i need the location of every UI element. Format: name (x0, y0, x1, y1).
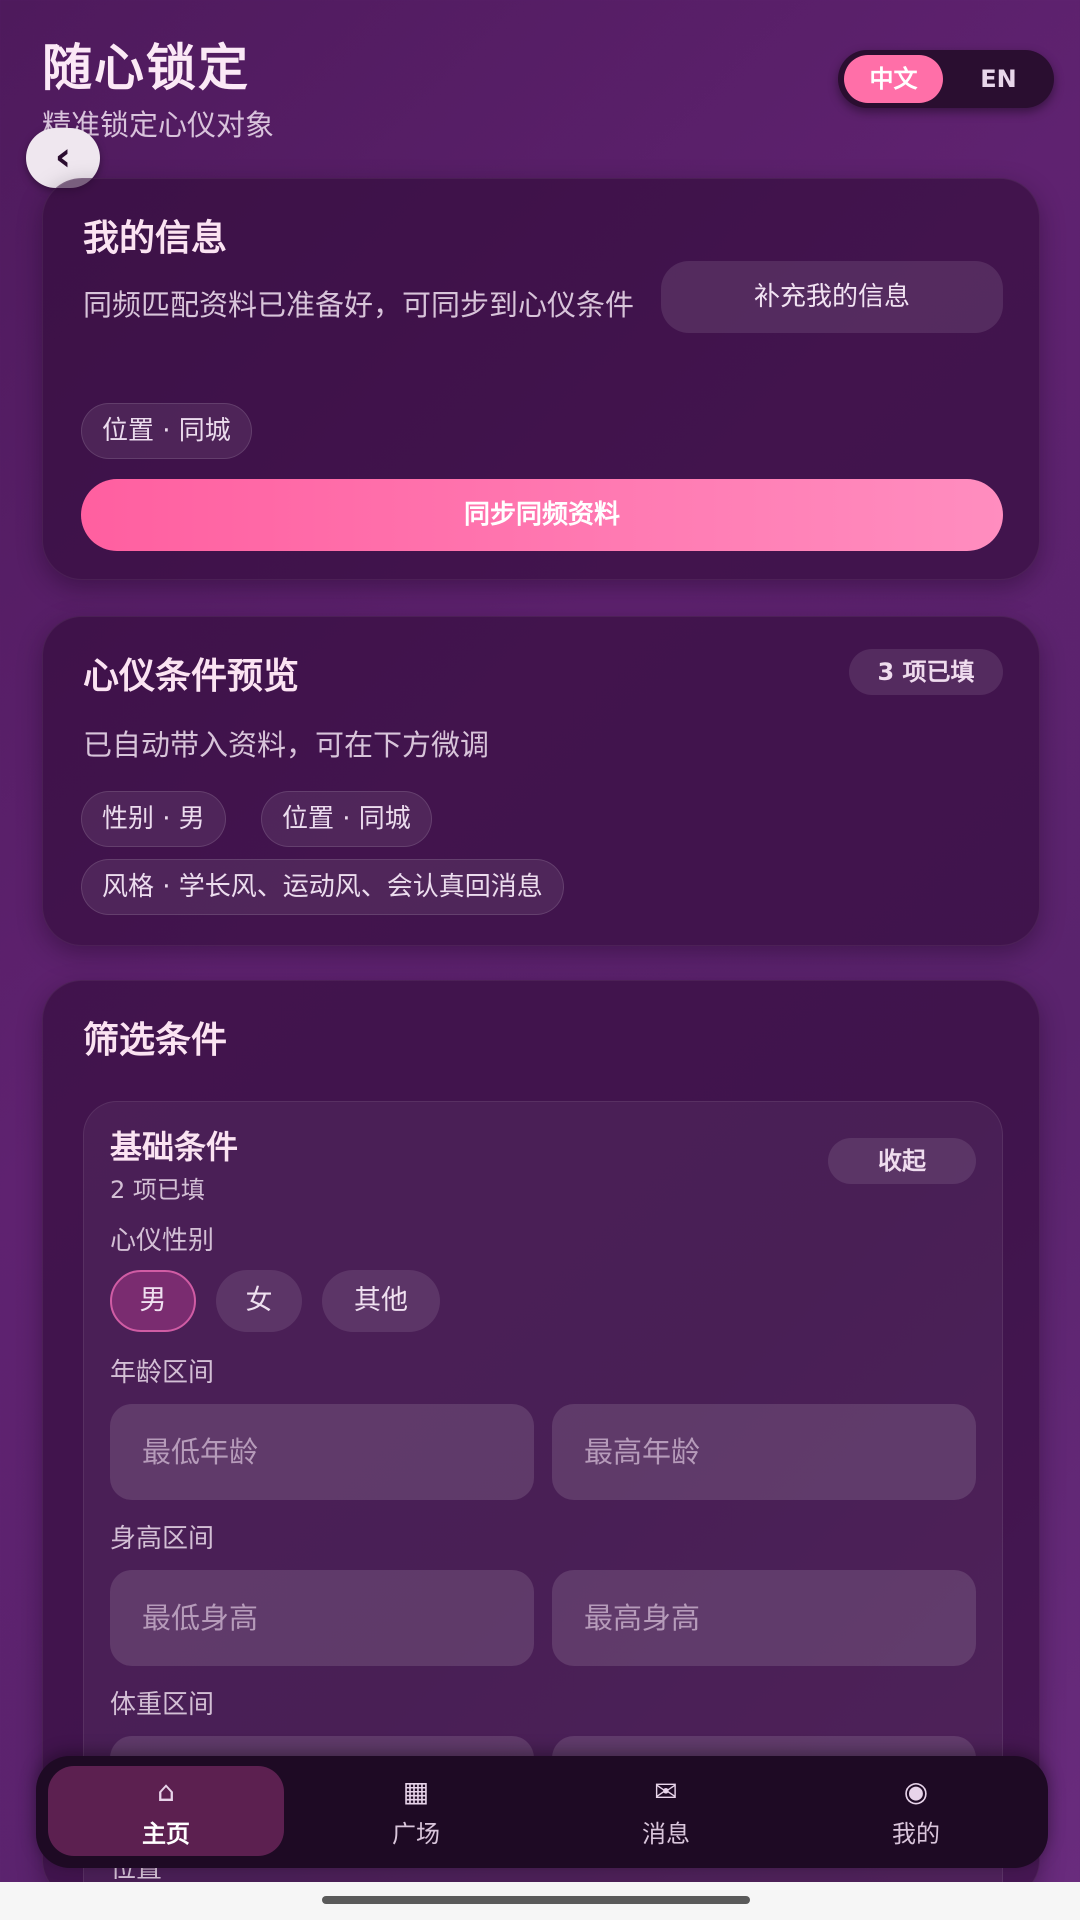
sync-profile-button[interactable]: 同步同频资料 (81, 479, 1003, 551)
home-indicator[interactable] (322, 1896, 750, 1904)
preview-chip-location: 位置 · 同城 (261, 791, 432, 847)
grid-icon: ▦ (402, 1775, 430, 1808)
age-range-label: 年龄区间 (110, 1358, 215, 1388)
nav-item-square[interactable]: ▦ 广场 (298, 1766, 534, 1856)
lang-option-en[interactable]: EN (949, 55, 1048, 103)
lang-option-zh[interactable]: 中文 (844, 55, 943, 103)
preview-chip-style: 风格 · 学长风、运动风、会认真回消息 (81, 859, 564, 915)
language-toggle: 中文 EN (838, 50, 1054, 108)
add-my-info-button[interactable]: 补充我的信息 (661, 261, 1003, 333)
age-max-input[interactable]: 最高年龄 (552, 1404, 976, 1500)
profile-icon: ◉ (903, 1775, 929, 1808)
height-max-input[interactable]: 最高身高 (552, 1570, 976, 1666)
home-icon: ⌂ (157, 1775, 175, 1808)
nav-label-home: 主页 (142, 1820, 190, 1848)
my-info-description: 同频匹配资料已准备好，可同步到心仪条件 (83, 288, 635, 322)
nav-item-home[interactable]: ⌂ 主页 (48, 1766, 284, 1856)
height-range-label: 身高区间 (110, 1524, 215, 1554)
weight-range-label: 体重区间 (110, 1690, 215, 1720)
chevron-left-icon: ‹ (54, 134, 72, 180)
nav-label-messages: 消息 (642, 1820, 690, 1848)
bottom-navigation: ⌂ 主页 ▦ 广场 ✉ 消息 ◉ 我的 (36, 1756, 1048, 1868)
nav-item-messages[interactable]: ✉ 消息 (548, 1766, 784, 1856)
age-min-input[interactable]: 最低年龄 (110, 1404, 534, 1500)
height-min-input[interactable]: 最低身高 (110, 1570, 534, 1666)
gender-label: 心仪性别 (110, 1226, 215, 1256)
preview-chip-gender: 性别 · 男 (81, 791, 226, 847)
gender-option-male[interactable]: 男 (110, 1270, 196, 1332)
filters-title: 筛选条件 (83, 1020, 228, 1061)
filled-count-badge: 3 项已填 (849, 649, 1003, 695)
my-info-card: 我的信息 同频匹配资料已准备好，可同步到心仪条件 补充我的信息 位置 · 同城 … (42, 178, 1040, 580)
collapse-button[interactable]: 收起 (828, 1138, 976, 1184)
gender-option-female[interactable]: 女 (216, 1270, 302, 1332)
my-info-chip-location: 位置 · 同城 (81, 403, 252, 459)
nav-item-profile[interactable]: ◉ 我的 (798, 1766, 1034, 1856)
nav-label-profile: 我的 (892, 1820, 940, 1848)
preview-description: 已自动带入资料，可在下方微调 (83, 728, 490, 762)
preview-title: 心仪条件预览 (83, 656, 300, 697)
my-info-title: 我的信息 (83, 218, 228, 259)
preference-preview-card: 心仪条件预览 3 项已填 已自动带入资料，可在下方微调 性别 · 男 位置 · … (42, 616, 1040, 946)
nav-label-square: 广场 (392, 1820, 440, 1848)
page-title: 随心锁定 (42, 39, 250, 97)
basic-conditions-title: 基础条件 (110, 1128, 239, 1166)
gender-option-other[interactable]: 其他 (322, 1270, 440, 1332)
basic-conditions-count: 2 项已填 (110, 1176, 205, 1204)
mail-icon: ✉ (654, 1775, 678, 1808)
